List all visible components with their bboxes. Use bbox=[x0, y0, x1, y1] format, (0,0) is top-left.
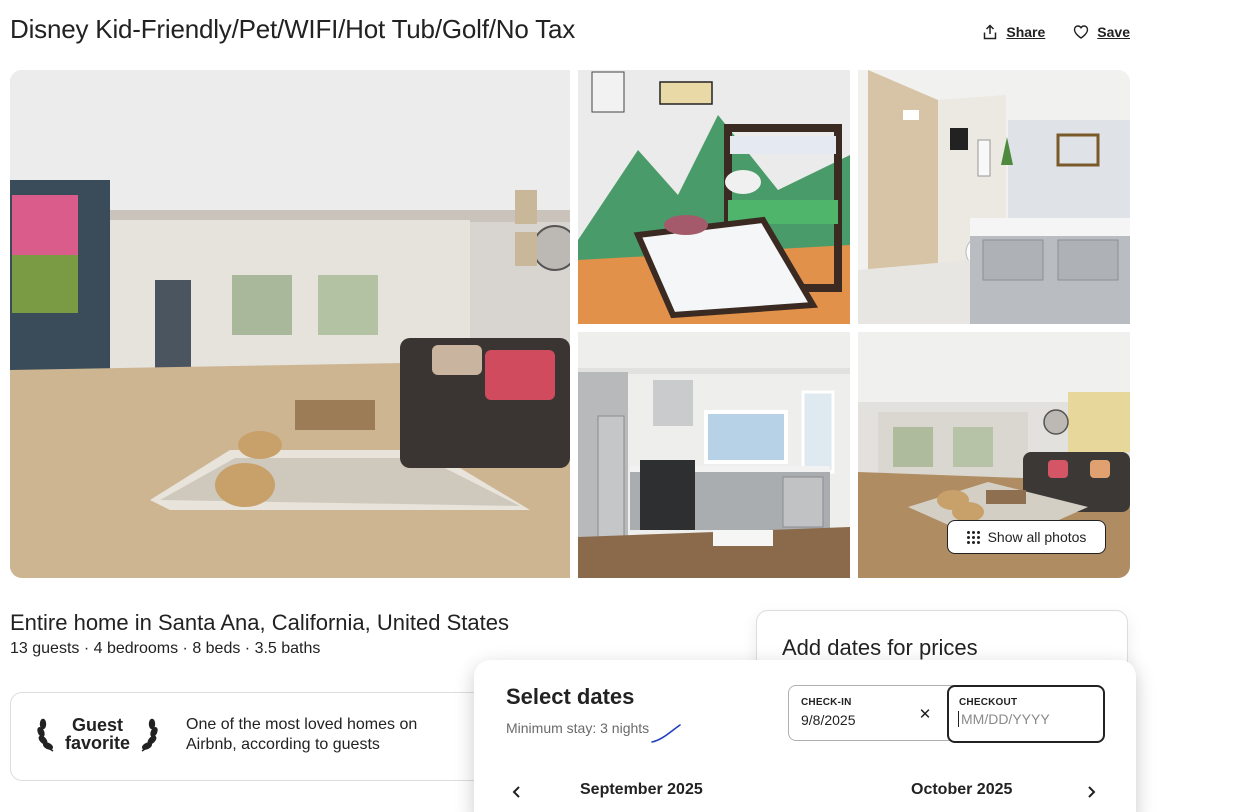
chevron-left-icon bbox=[512, 786, 520, 798]
guest-favorite-line1: Guest bbox=[72, 715, 124, 735]
booking-heading: Add dates for prices bbox=[782, 635, 978, 660]
checkout-field[interactable]: CHECKOUT bbox=[947, 685, 1105, 743]
month-label-right: October 2025 bbox=[911, 781, 1013, 798]
photo-living-room[interactable] bbox=[10, 70, 570, 578]
checkin-label: CHECK-IN bbox=[801, 697, 852, 708]
photo-bathroom[interactable] bbox=[858, 70, 1130, 324]
guest-favorite-card[interactable]: Guest favorite One of the most loved hom… bbox=[10, 692, 530, 781]
minimum-stay-text: Minimum stay: 3 nights bbox=[506, 720, 650, 736]
photo-kitchen[interactable] bbox=[578, 332, 850, 578]
date-picker-title: Select dates bbox=[506, 684, 635, 709]
laurel-left-icon bbox=[37, 715, 59, 753]
pen-annotation-mark bbox=[651, 724, 681, 743]
share-label: Share bbox=[1006, 24, 1046, 40]
heart-icon bbox=[1074, 25, 1089, 39]
checkin-field[interactable]: CHECK-IN 9/8/2025 ✕ bbox=[789, 686, 947, 742]
guest-favorite-line2: favorite bbox=[65, 733, 131, 753]
grid-dots-icon bbox=[966, 530, 980, 544]
chevron-right-icon bbox=[1088, 786, 1096, 798]
photo-bunk-room[interactable] bbox=[578, 70, 850, 324]
listing-title: Entire home in Santa Ana, California, Un… bbox=[10, 610, 509, 635]
guest-favorite-badge: Guest favorite bbox=[37, 715, 158, 753]
save-button[interactable]: Save bbox=[1073, 24, 1130, 40]
checkout-label: CHECKOUT bbox=[959, 697, 1018, 708]
checkout-input[interactable] bbox=[958, 711, 1088, 727]
previous-month-button[interactable] bbox=[505, 780, 529, 804]
show-all-label: Show all photos bbox=[987, 529, 1087, 545]
share-icon bbox=[984, 24, 997, 40]
page-title: Disney Kid-Friendly/Pet/WIFI/Hot Tub/Gol… bbox=[10, 14, 576, 44]
guest-favorite-description: One of the most loved homes on Airbnb, a… bbox=[186, 716, 418, 753]
date-picker-popover: Select dates Minimum stay: 3 nights CHEC… bbox=[474, 660, 1136, 812]
close-icon: ✕ bbox=[918, 706, 932, 723]
month-label-left: September 2025 bbox=[580, 781, 703, 798]
share-button[interactable]: Share bbox=[982, 24, 1045, 40]
laurel-right-icon bbox=[136, 715, 158, 753]
date-inputs: CHECK-IN 9/8/2025 ✕ CHECKOUT bbox=[788, 685, 1105, 743]
guest-favorite-label: Guest favorite bbox=[65, 716, 130, 752]
listing-page: Disney Kid-Friendly/Pet/WIFI/Hot Tub/Gol… bbox=[0, 0, 1258, 812]
checkin-value: 9/8/2025 bbox=[801, 712, 856, 728]
clear-checkin-button[interactable]: ✕ bbox=[915, 704, 935, 724]
save-label: Save bbox=[1097, 24, 1130, 40]
listing-details: 13 guests · 4 bedrooms · 8 beds · 3.5 ba… bbox=[10, 640, 321, 657]
show-all-photos-button[interactable]: Show all photos bbox=[947, 520, 1106, 554]
next-month-button[interactable] bbox=[1079, 780, 1103, 804]
header-actions: Share Save bbox=[982, 24, 1130, 40]
